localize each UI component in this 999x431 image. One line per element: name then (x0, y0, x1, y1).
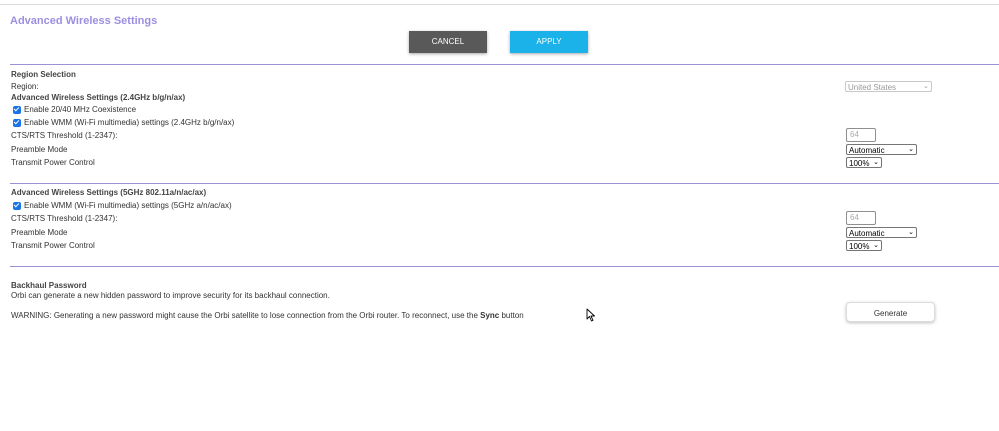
cts24-label: CTS/RTS Threshold (1-2347): (11, 131, 118, 140)
generate-button[interactable]: Generate (846, 302, 935, 322)
apply-button[interactable]: APPLY (510, 31, 588, 53)
checkbox-checked-icon[interactable] (13, 105, 21, 114)
cts24-input[interactable]: 64 (846, 128, 876, 142)
chevron-down-icon: ⌄ (873, 242, 879, 249)
wmm5-checkbox-row[interactable]: Enable WMM (Wi-Fi multimedia) settings (… (13, 201, 232, 210)
cts5-input[interactable]: 64 (846, 211, 876, 225)
warning-suffix: button (499, 311, 524, 320)
section-divider (10, 64, 999, 65)
mouse-pointer-icon (586, 308, 595, 322)
warning-text: WARNING: Generating a new password might… (11, 311, 481, 320)
region-select[interactable]: United States ⌄ (845, 81, 932, 92)
power24-select[interactable]: 100% ⌄ (846, 157, 882, 168)
backhaul-description: Orbi can generate a new hidden password … (11, 291, 330, 300)
page-title: Advanced Wireless Settings (10, 15, 158, 27)
checkbox-checked-icon[interactable] (13, 118, 21, 127)
cts5-label: CTS/RTS Threshold (1-2347): (11, 214, 118, 223)
coexistence-checkbox-row[interactable]: Enable 20/40 MHz Coexistence (13, 105, 136, 114)
cancel-button[interactable]: CANCEL (409, 31, 487, 53)
band24-section-header: Advanced Wireless Settings (2.4GHz b/g/n… (11, 93, 186, 102)
backhaul-warning: WARNING: Generating a new password might… (11, 311, 524, 320)
preamble24-select[interactable]: Automatic ⌄ (846, 144, 917, 155)
checkbox-checked-icon[interactable] (13, 201, 21, 210)
chevron-down-icon: ⌄ (908, 229, 914, 236)
sync-emphasis: Sync (480, 311, 500, 320)
coexistence-label: Enable 20/40 MHz Coexistence (24, 105, 137, 114)
band5-section-header: Advanced Wireless Settings (5GHz 802.11a… (11, 188, 207, 197)
top-border (0, 4, 999, 5)
chevron-down-icon: ⌄ (873, 159, 879, 166)
section-divider (10, 266, 999, 267)
preamble24-label: Preamble Mode (11, 145, 68, 154)
region-label: Region: (11, 82, 39, 91)
wmm24-checkbox-row[interactable]: Enable WMM (Wi-Fi multimedia) settings (… (13, 118, 234, 127)
chevron-down-icon: ⌄ (923, 83, 929, 90)
section-divider (10, 183, 999, 184)
backhaul-section-header: Backhaul Password (11, 281, 87, 290)
region-value: United States (848, 83, 897, 92)
power5-value: 100% (849, 242, 870, 251)
power24-label: Transmit Power Control (11, 158, 95, 167)
preamble24-value: Automatic (849, 146, 885, 155)
region-section-header: Region Selection (11, 70, 76, 79)
power5-label: Transmit Power Control (11, 241, 95, 250)
chevron-down-icon: ⌄ (908, 146, 914, 153)
preamble5-select[interactable]: Automatic ⌄ (846, 227, 917, 238)
wmm5-label: Enable WMM (Wi-Fi multimedia) settings (… (24, 201, 232, 210)
power5-select[interactable]: 100% ⌄ (846, 240, 882, 251)
power24-value: 100% (849, 159, 870, 168)
wmm24-label: Enable WMM (Wi-Fi multimedia) settings (… (24, 118, 235, 127)
preamble5-label: Preamble Mode (11, 228, 68, 237)
preamble5-value: Automatic (849, 229, 885, 238)
